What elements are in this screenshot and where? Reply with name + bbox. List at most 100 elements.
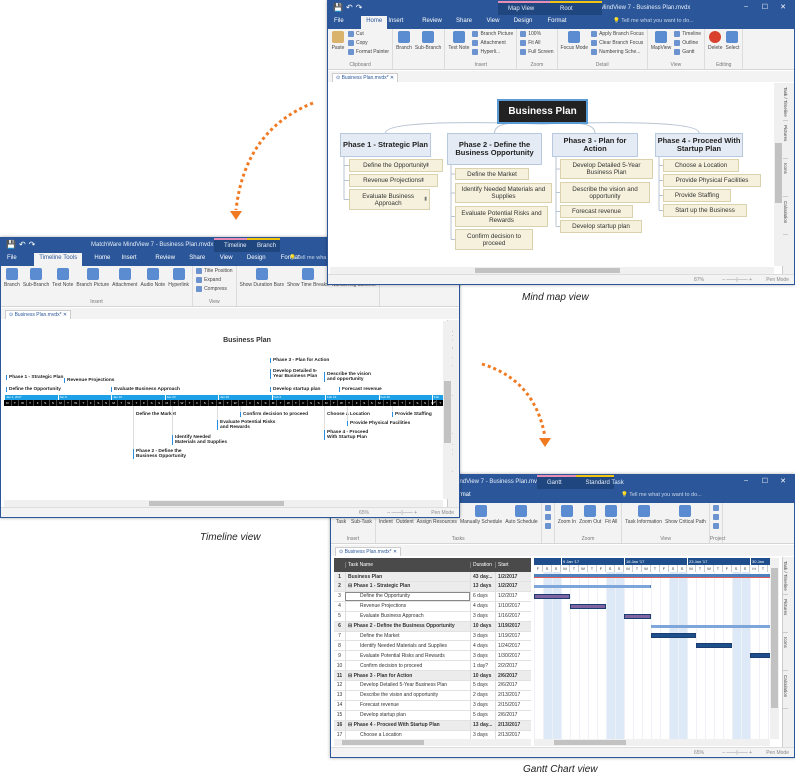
compress-button[interactable]: Compress bbox=[196, 286, 232, 292]
item-button[interactable] bbox=[712, 514, 719, 520]
manually-schedule-button[interactable]: Manually Schedule bbox=[460, 505, 502, 525]
sub-branch[interactable]: Forecast revenue bbox=[560, 205, 633, 218]
sub-branch[interactable]: Choose a Location bbox=[663, 159, 739, 172]
timeline-item[interactable]: Revenue Projections bbox=[64, 378, 114, 383]
fit-all-button[interactable]: Fit All bbox=[604, 505, 618, 525]
table-row[interactable]: 3 Define the Opportunity 6 days 1/2/2017 bbox=[334, 591, 531, 602]
hyperlink-button[interactable]: Hyperlink bbox=[168, 268, 189, 288]
sub-branch[interactable]: Confirm decision to proceed bbox=[455, 229, 533, 250]
phase-branch[interactable]: Phase 1 - Strategic Plan bbox=[340, 133, 431, 157]
chart-hscrollbar[interactable] bbox=[534, 739, 770, 746]
side-tab-pictures[interactable]: Pictures bbox=[783, 595, 788, 633]
title-position-button[interactable]: Title Position bbox=[196, 268, 233, 274]
attachment-button[interactable]: Attachment bbox=[112, 268, 137, 288]
timeline-item[interactable]: Define the Market bbox=[133, 412, 176, 417]
task-bar[interactable] bbox=[534, 593, 570, 599]
task-name[interactable]: Develop Detailed 5-Year Business Plan bbox=[345, 680, 470, 690]
tab-file[interactable]: File bbox=[7, 255, 17, 261]
branch-picture-button[interactable]: Branch Picture bbox=[76, 268, 109, 288]
item-button[interactable] bbox=[712, 523, 719, 529]
horizontal-scrollbar[interactable] bbox=[4, 500, 443, 507]
sub-branch[interactable]: Describe the vision and opportunity bbox=[560, 182, 650, 203]
zoom-slider[interactable]: – ——|—— + bbox=[387, 510, 417, 516]
zoom-slider[interactable]: – ——|—— + bbox=[722, 750, 752, 756]
item-button[interactable] bbox=[544, 505, 551, 511]
sub-branch[interactable]: Define the Opportunity ▮ bbox=[349, 159, 443, 172]
chart-vscrollbar[interactable] bbox=[770, 558, 779, 739]
col-task-name[interactable]: Task Name bbox=[345, 562, 470, 568]
task-name[interactable]: Confirm decision to proceed bbox=[345, 661, 470, 671]
tell-me-input[interactable]: 💡 Tell me wha bbox=[289, 255, 326, 261]
timeline-item[interactable]: Define the Opportunity bbox=[6, 387, 61, 392]
timeline-item[interactable]: Phase 3 - Plan for Action bbox=[270, 358, 329, 363]
task-name[interactable]: ⊟ Phase 4 - Proceed With Startup Plan bbox=[345, 720, 470, 730]
phase-branch[interactable]: Phase 2 - Define the Business Opportunit… bbox=[447, 133, 542, 165]
task-name[interactable]: Business Plan bbox=[345, 572, 470, 581]
sub-branch[interactable]: Define the Market bbox=[455, 168, 529, 180]
scroll-thumb[interactable] bbox=[444, 381, 451, 443]
tab-timeline-tools[interactable]: Timeline Tools bbox=[34, 253, 83, 266]
side-tab-calculation[interactable]: Calculation bbox=[783, 671, 788, 709]
table-row[interactable]: 4 Revenue Projections 4 days 1/10/2017 bbox=[334, 601, 531, 612]
item-button[interactable] bbox=[544, 523, 551, 529]
sub-branch[interactable]: Provide Staffing bbox=[663, 189, 731, 202]
task-information-button[interactable]: Task Information bbox=[625, 505, 662, 525]
timeline-item[interactable]: Forecast revenue bbox=[339, 387, 382, 392]
sub-branch[interactable]: Start up the Business bbox=[663, 204, 747, 217]
vertical-scrollbar[interactable] bbox=[443, 321, 452, 499]
task-name[interactable]: Identify Needed Materials and Supplies bbox=[345, 641, 470, 651]
timeline-item[interactable]: Phase 4 - Proceed With Startup Plan bbox=[324, 430, 372, 440]
item-button[interactable] bbox=[544, 514, 551, 520]
scroll-thumb[interactable] bbox=[554, 740, 626, 745]
timeline-item[interactable]: Describe the vision and opportunity bbox=[324, 372, 372, 382]
scroll-thumb[interactable] bbox=[771, 568, 778, 708]
table-row[interactable]: 12 Develop Detailed 5-Year Business Plan 5… bbox=[334, 680, 531, 691]
task-name[interactable]: Evaluate Potential Risks and Rewards bbox=[345, 651, 470, 661]
scroll-thumb[interactable] bbox=[342, 740, 424, 745]
side-tab-icons[interactable]: Icons bbox=[783, 633, 788, 671]
task-name[interactable]: ⊟ Phase 2 - Define the Business Opportun… bbox=[345, 621, 470, 631]
timeline-item[interactable]: Confirm decision to proceed bbox=[240, 412, 308, 417]
task-name[interactable]: Develop startup plan bbox=[345, 710, 470, 720]
table-row[interactable]: 9 Evaluate Potential Risks and Rewards 3 d… bbox=[334, 651, 531, 662]
table-row[interactable]: 14 Forecast revenue 3 days 2/15/2017 bbox=[334, 700, 531, 711]
side-tab-task-timeline[interactable]: Task / Timeline bbox=[783, 557, 788, 595]
tab-view[interactable]: View bbox=[220, 255, 233, 261]
document-tab[interactable]: ⊙ Business Plan.mvdx* ✕ bbox=[5, 310, 72, 319]
show-critical-path-button[interactable]: Show Critical Path bbox=[665, 505, 706, 525]
item-button[interactable] bbox=[712, 505, 719, 511]
task-bar[interactable] bbox=[696, 643, 732, 649]
auto-schedule-button[interactable]: Auto Schedule bbox=[505, 505, 538, 525]
tab-review[interactable]: Review bbox=[155, 255, 175, 261]
table-row[interactable]: 1 Business Plan 43 day... 1/2/2017 bbox=[334, 572, 531, 582]
task-bar[interactable] bbox=[750, 653, 770, 659]
minimize-button[interactable]: – bbox=[744, 477, 748, 484]
table-row[interactable]: 8 Identify Needed Materials and Supplies 4… bbox=[334, 641, 531, 652]
task-bar[interactable] bbox=[651, 633, 696, 639]
sub-branch[interactable]: Develop startup plan bbox=[560, 220, 642, 233]
tab-design[interactable]: Design bbox=[247, 255, 266, 261]
table-row[interactable]: 11 ⊟ Phase 3 - Plan for Action 10 days 2/6/… bbox=[334, 671, 531, 681]
zoom-out-button[interactable]: Zoom Out bbox=[579, 505, 601, 525]
document-tab[interactable]: ⊙ Business Plan.mvdx* ✕ bbox=[335, 547, 402, 556]
show-duration-bars-button[interactable]: Show Duration Bars bbox=[240, 268, 284, 288]
task-name[interactable]: Describe the vision and opportunity bbox=[345, 690, 470, 700]
timeline-item[interactable]: Phase 2 - Define the Business Opportunit… bbox=[133, 449, 193, 459]
task-name[interactable]: Forecast revenue bbox=[345, 700, 470, 710]
text-note-button[interactable]: Text Note bbox=[52, 268, 73, 288]
sub-branch-button[interactable]: Sub-Branch bbox=[23, 268, 49, 288]
phase-branch[interactable]: Phase 3 - Plan for Action bbox=[552, 133, 638, 157]
sub-branch[interactable]: Revenue Projections ▮ bbox=[349, 174, 438, 187]
timeline-item[interactable]: Phase 1 - Strategic Plan bbox=[6, 375, 63, 380]
timeline-item[interactable]: Evaluate Potential Risks and Rewards bbox=[217, 420, 277, 430]
table-row[interactable]: 7 Define the Market 3 days 1/19/2017 bbox=[334, 631, 531, 642]
timeline-item[interactable]: Provide Physical Facilities bbox=[347, 421, 410, 426]
timeline-item[interactable]: Provide Staffing bbox=[392, 412, 432, 417]
timeline-item[interactable]: Develop Detailed 5-Year Business Plan bbox=[270, 369, 318, 379]
table-scrollbar[interactable] bbox=[334, 739, 531, 746]
scroll-thumb[interactable] bbox=[149, 501, 284, 506]
branch-button[interactable]: Branch bbox=[4, 268, 20, 288]
timeline-item[interactable]: Evaluate Business Approach bbox=[111, 387, 180, 392]
maximize-button[interactable]: ☐ bbox=[762, 477, 768, 485]
timeline-item[interactable]: Develop startup plan bbox=[270, 387, 320, 392]
